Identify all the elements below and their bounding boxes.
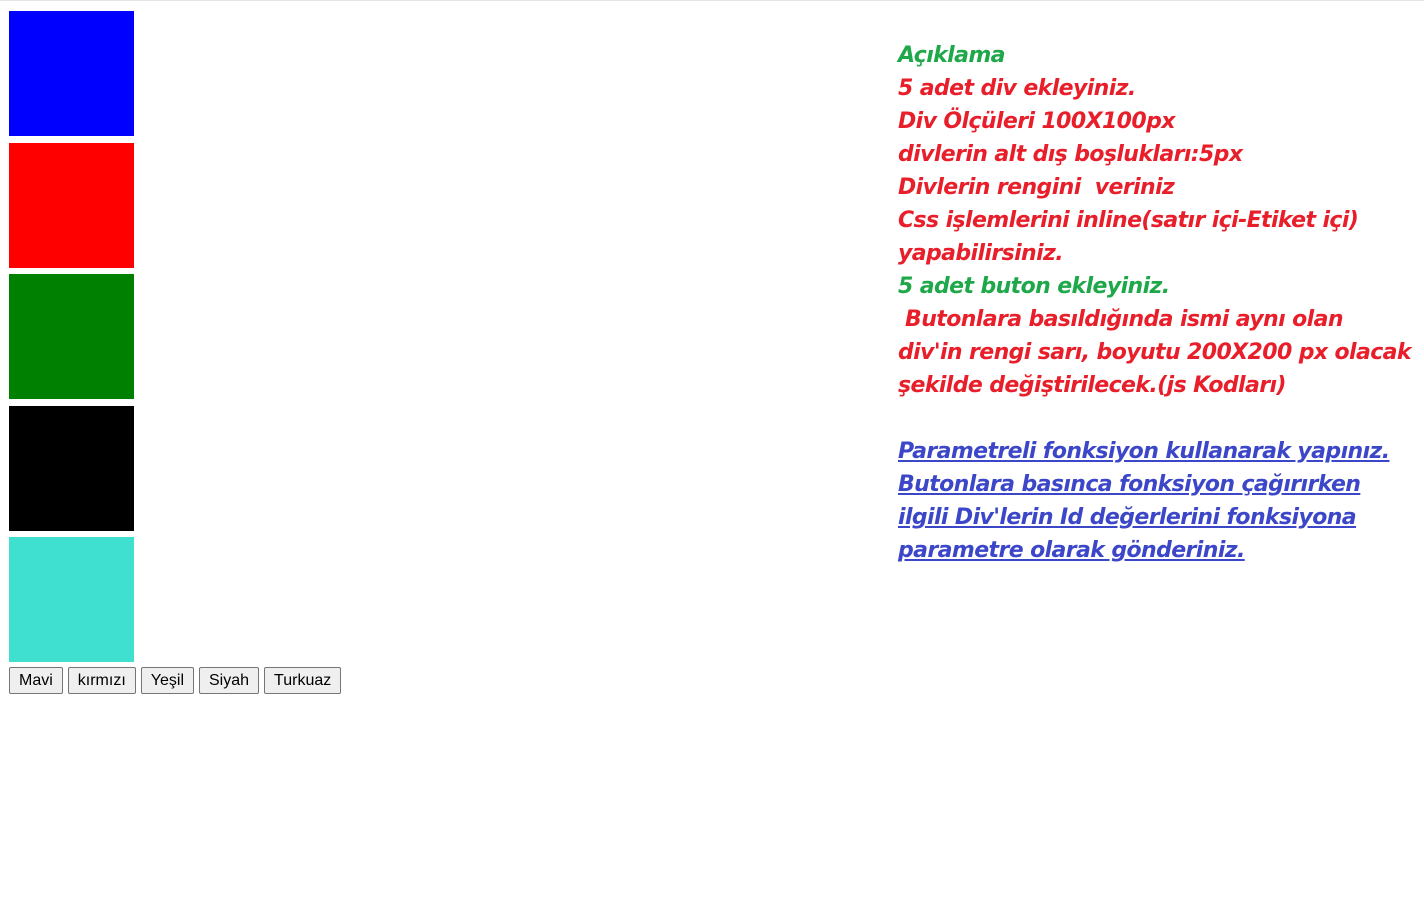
button-description-line: Butonlara basıldığında ismi aynı olan: [898, 307, 1343, 332]
color-boxes: [9, 11, 134, 669]
instruction-link[interactable]: Butonlara basınca fonksiyon çağırırken: [898, 468, 1418, 501]
instruction-link[interactable]: parametre olarak gönderiniz.: [898, 534, 1418, 567]
description-line: divlerin alt dış boşlukları:5px: [898, 142, 1243, 167]
description-line: 5 adet div ekleyiniz.: [898, 76, 1136, 101]
description-line: Css işlemlerini inline(satır içi-Etiket …: [898, 208, 1359, 233]
description-line: yapabilirsiniz.: [898, 241, 1064, 266]
kirmizi-box: [9, 142, 134, 268]
mavi-box: [9, 11, 134, 136]
instruction-link[interactable]: ilgili Div'lerin Id değerlerini fonksiyo…: [898, 501, 1418, 534]
buttons-heading: 5 adet buton ekleyiniz.: [898, 274, 1170, 299]
description-line: Divlerin rengini veriniz: [898, 175, 1175, 200]
mavi-button[interactable]: Mavi: [9, 667, 63, 694]
siyah-button[interactable]: Siyah: [199, 667, 260, 694]
button-description-line: şekilde değiştirilecek.(js Kodları): [898, 373, 1286, 398]
yesil-box: [9, 274, 134, 399]
instruction-link[interactable]: Parametreli fonksiyon kullanarak yapınız…: [898, 435, 1418, 468]
turkuaz-box: [9, 537, 134, 662]
kirmizi-button[interactable]: kırmızı: [67, 667, 136, 694]
description-line: Div Ölçüleri 100X100px: [898, 109, 1175, 134]
button-description-line: div'in rengi sarı, boyutu 200X200 px ola…: [898, 340, 1412, 365]
siyah-box: [9, 405, 134, 531]
button-row: Mavi kırmızı Yeşil Siyah Turkuaz: [9, 667, 342, 694]
yesil-button[interactable]: Yeşil: [140, 667, 194, 694]
turkuaz-button[interactable]: Turkuaz: [264, 667, 342, 694]
top-border: [0, 0, 1424, 1]
description-panel: Açıklama 5 adet div ekleyiniz. Div Ölçül…: [898, 39, 1418, 567]
description-heading: Açıklama: [898, 43, 1006, 68]
